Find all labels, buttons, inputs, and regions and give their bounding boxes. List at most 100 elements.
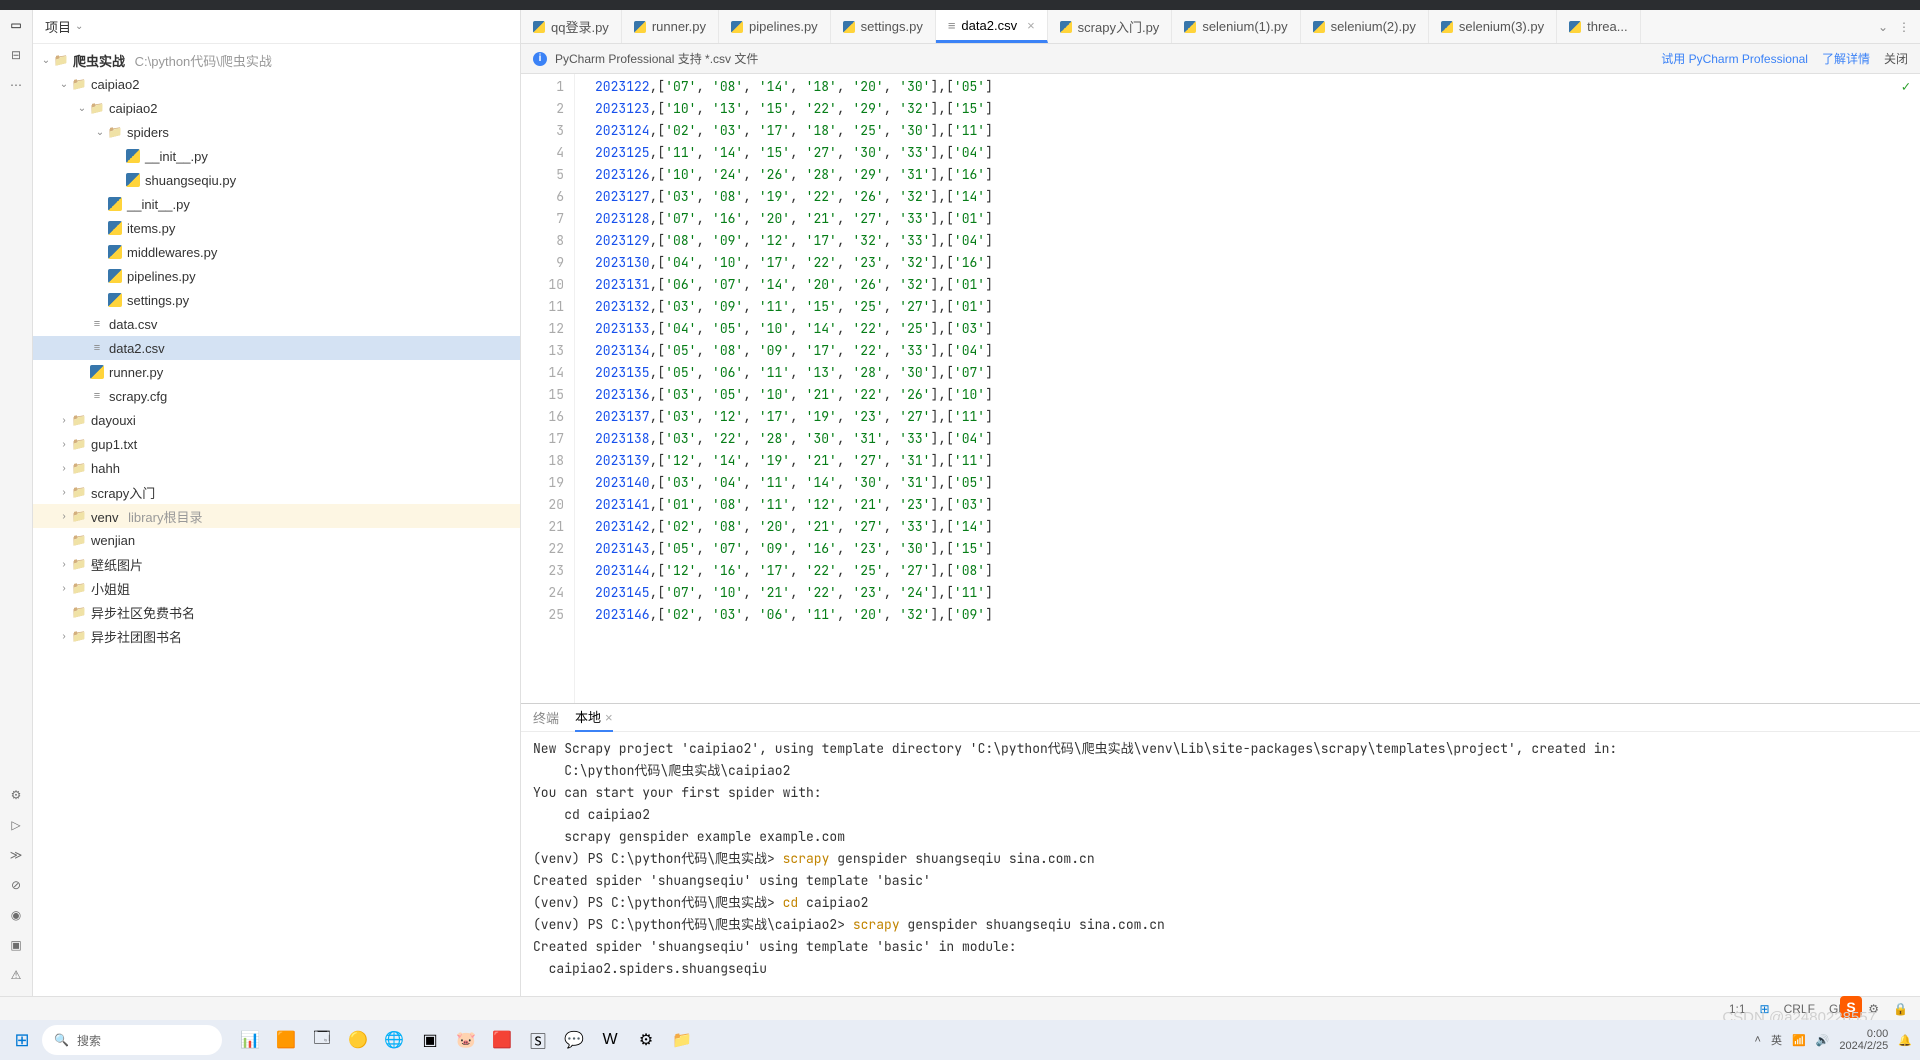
tabs-dropdown-icon[interactable]: ⌄: [1878, 20, 1888, 34]
tree-item[interactable]: ⌄caipiao2: [33, 96, 520, 120]
editor-tab[interactable]: qq登录.py: [521, 10, 622, 43]
run-icon[interactable]: ▷: [7, 816, 25, 834]
more-tool-icon[interactable]: ⋯: [7, 76, 25, 94]
terminal-panel: 终端 本地× New Scrapy project 'caipiao2', us…: [521, 703, 1920, 1014]
status-lineend[interactable]: CRLF: [1784, 1002, 1815, 1016]
editor-tab[interactable]: scrapy入门.py: [1048, 10, 1173, 43]
status-indent-icon[interactable]: ⚙: [1868, 1002, 1879, 1016]
tray-chevron-icon[interactable]: ˄: [1755, 1034, 1761, 1046]
tree-item[interactable]: ›异步社团图书名: [33, 624, 520, 648]
title-bar: [0, 0, 1920, 10]
ime-badge[interactable]: S: [1840, 996, 1862, 1018]
tree-item[interactable]: 异步社区免费书名: [33, 600, 520, 624]
tray-wifi-icon[interactable]: 📶: [1792, 1034, 1806, 1047]
debug-icon[interactable]: ⊘: [7, 876, 25, 894]
tree-item[interactable]: ›hahh: [33, 456, 520, 480]
tree-item[interactable]: ⌄spiders: [33, 120, 520, 144]
tray-notifications-icon[interactable]: 🔔: [1898, 1034, 1912, 1047]
chevron-down-icon: ⌄: [75, 21, 83, 32]
tree-item[interactable]: pipelines.py: [33, 264, 520, 288]
tree-item[interactable]: data.csv: [33, 312, 520, 336]
tree-item[interactable]: ›dayouxi: [33, 408, 520, 432]
tree-item[interactable]: ›小姐姐: [33, 576, 520, 600]
tree-item[interactable]: ›scrapy入门: [33, 480, 520, 504]
services-icon[interactable]: ⚙: [7, 786, 25, 804]
taskbar-search[interactable]: 🔍 搜索: [42, 1025, 222, 1055]
tray-volume-icon[interactable]: 🔊: [1816, 1034, 1830, 1047]
tray-ime-icon[interactable]: 英: [1771, 1032, 1782, 1048]
taskbar-pycharm-icon[interactable]: ▣: [416, 1026, 444, 1054]
status-lock-icon[interactable]: 🔒: [1893, 1002, 1908, 1016]
taskbar-app-icon[interactable]: 🟡: [344, 1026, 372, 1054]
close-icon[interactable]: ×: [1027, 18, 1035, 33]
project-panel-header[interactable]: 项目 ⌄: [33, 10, 520, 44]
editor-tab[interactable]: threa...: [1557, 10, 1640, 43]
python-console-icon[interactable]: ≫: [7, 846, 25, 864]
csv-plugin-banner: i PyCharm Professional 支持 *.csv 文件 试用 Py…: [521, 44, 1920, 74]
taskbar-app-icon[interactable]: 🗔: [308, 1026, 336, 1054]
tree-item[interactable]: ›壁纸图片: [33, 552, 520, 576]
taskbar-explorer-icon[interactable]: 📁: [668, 1026, 696, 1054]
editor-tab[interactable]: settings.py: [831, 10, 936, 43]
taskbar-word-icon[interactable]: W: [596, 1026, 624, 1054]
banner-close-link[interactable]: 关闭: [1884, 50, 1908, 67]
project-panel: 项目 ⌄ ⌄爬虫实战 C:\python代码\爬虫实战⌄caipiao2⌄cai…: [33, 10, 521, 1014]
problems-icon[interactable]: ⚠: [7, 966, 25, 984]
tree-item[interactable]: scrapy.cfg: [33, 384, 520, 408]
tree-item[interactable]: ›venv library根目录: [33, 504, 520, 528]
tree-item[interactable]: data2.csv: [33, 336, 520, 360]
editor-tabs: qq登录.pyrunner.pypipelines.pysettings.pyd…: [521, 10, 1920, 44]
editor-tab[interactable]: runner.py: [622, 10, 719, 43]
tree-item[interactable]: shuangseqiu.py: [33, 168, 520, 192]
editor-tab[interactable]: pipelines.py: [719, 10, 831, 43]
tree-item[interactable]: settings.py: [33, 288, 520, 312]
status-bar: 1:1 ⊞ CRLF GBK ⚙ 🔒: [0, 996, 1920, 1020]
tree-item[interactable]: wenjian: [33, 528, 520, 552]
taskbar-app-icon[interactable]: 🅂: [524, 1026, 552, 1054]
taskbar-edge-icon[interactable]: 🌐: [380, 1026, 408, 1054]
tree-item[interactable]: __init__.py: [33, 192, 520, 216]
start-button[interactable]: ⊞: [8, 1026, 36, 1054]
editor-tab[interactable]: data2.csv×: [936, 10, 1048, 43]
tree-root[interactable]: ⌄爬虫实战 C:\python代码\爬虫实战: [33, 48, 520, 72]
tree-item[interactable]: runner.py: [33, 360, 520, 384]
editor-tab[interactable]: selenium(3).py: [1429, 10, 1557, 43]
taskbar-apps: 📊 🟧 🗔 🟡 🌐 ▣ 🐷 🟥 🅂 💬 W ⚙ 📁: [236, 1026, 696, 1054]
project-tool-icon[interactable]: ▭: [7, 16, 25, 34]
editor-gutter: 1234567891011121314151617181920212223242…: [521, 74, 575, 703]
status-position[interactable]: 1:1: [1729, 1002, 1746, 1016]
tree-item[interactable]: ⌄caipiao2: [33, 72, 520, 96]
close-icon[interactable]: ×: [605, 710, 613, 725]
inspection-ok-icon[interactable]: ✓: [1902, 78, 1910, 96]
editor-tab[interactable]: selenium(2).py: [1301, 10, 1429, 43]
project-panel-title: 项目: [45, 17, 71, 36]
taskbar-app-icon[interactable]: 🐷: [452, 1026, 480, 1054]
taskbar-app-icon[interactable]: 🟧: [272, 1026, 300, 1054]
project-tree[interactable]: ⌄爬虫实战 C:\python代码\爬虫实战⌄caipiao2⌄caipiao2…: [33, 44, 520, 1014]
terminal-icon[interactable]: ▣: [7, 936, 25, 954]
tree-item[interactable]: __init__.py: [33, 144, 520, 168]
search-placeholder: 搜索: [77, 1032, 101, 1049]
editor-content[interactable]: 2023122,['07', '08', '14', '18', '20', '…: [575, 74, 1920, 703]
banner-try-link[interactable]: 试用 PyCharm Professional: [1661, 50, 1808, 67]
terminal-tab-local[interactable]: 本地×: [575, 703, 613, 732]
tray-clock[interactable]: 0:00 2024/2/25: [1839, 1028, 1888, 1052]
structure-tool-icon[interactable]: ⊟: [7, 46, 25, 64]
status-win-icon[interactable]: ⊞: [1760, 1002, 1770, 1016]
tree-item[interactable]: middlewares.py: [33, 240, 520, 264]
taskbar-wechat-icon[interactable]: 💬: [560, 1026, 588, 1054]
taskbar-app-icon[interactable]: 🟥: [488, 1026, 516, 1054]
terminal-tab-main[interactable]: 终端: [533, 704, 559, 731]
taskbar-settings-icon[interactable]: ⚙: [632, 1026, 660, 1054]
editor-tab[interactable]: selenium(1).py: [1172, 10, 1300, 43]
tree-item[interactable]: items.py: [33, 216, 520, 240]
terminal-output[interactable]: New Scrapy project 'caipiao2', using tem…: [521, 732, 1920, 1014]
windows-taskbar: ⊞ 🔍 搜索 📊 🟧 🗔 🟡 🌐 ▣ 🐷 🟥 🅂 💬 W ⚙ 📁 ˄ 英 📶 🔊…: [0, 1020, 1920, 1060]
python-packages-icon[interactable]: ◉: [7, 906, 25, 924]
info-icon: i: [533, 52, 547, 66]
taskbar-app-icon[interactable]: 📊: [236, 1026, 264, 1054]
tree-item[interactable]: ›gup1.txt: [33, 432, 520, 456]
editor[interactable]: 1234567891011121314151617181920212223242…: [521, 74, 1920, 703]
tabs-more-icon[interactable]: ⋮: [1898, 20, 1910, 34]
banner-learn-link[interactable]: 了解详情: [1822, 50, 1870, 67]
